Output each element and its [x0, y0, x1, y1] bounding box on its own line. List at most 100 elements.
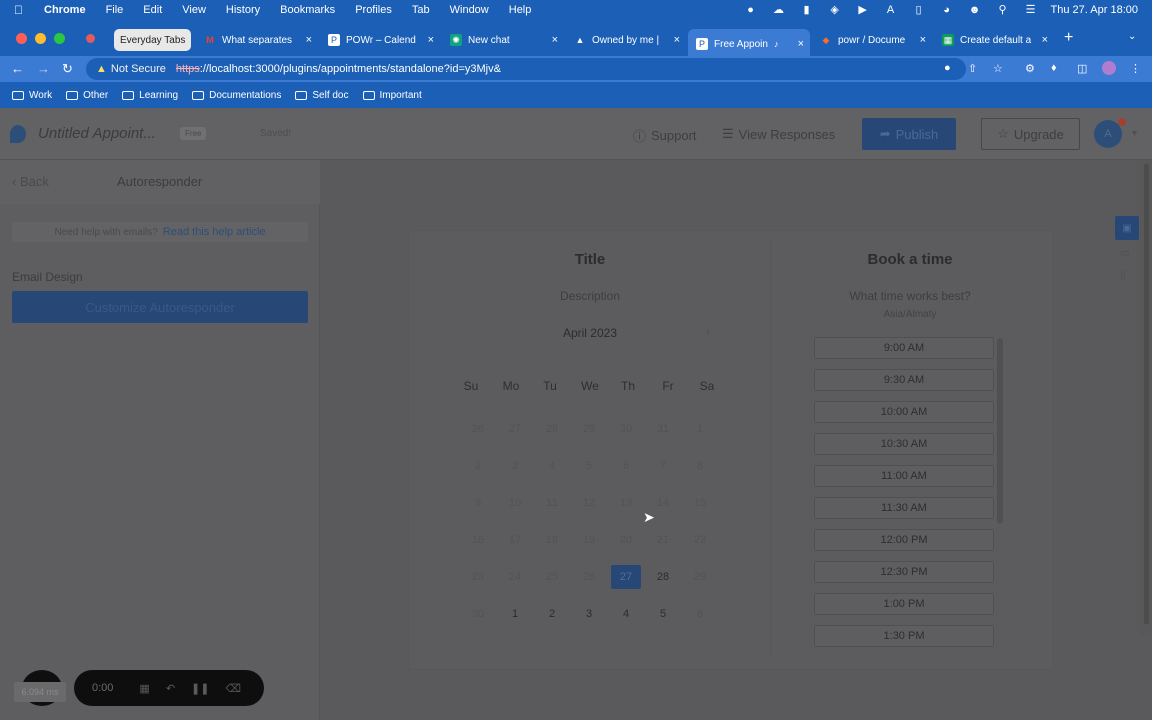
security-status[interactable]: Not Secure — [111, 63, 166, 75]
menu-window[interactable]: Window — [450, 4, 489, 16]
more-menu-icon[interactable]: ⋮ — [1130, 62, 1141, 75]
mic-icon[interactable]: ● — [743, 4, 759, 16]
url-text[interactable]: https://localhost:3000/plugins/appointme… — [176, 63, 501, 75]
warning-icon[interactable]: ▲ — [96, 63, 107, 75]
time-slot-button[interactable]: 12:00 PM — [814, 529, 994, 551]
apple-icon[interactable]:  — [14, 3, 36, 17]
menu-file[interactable]: File — [106, 4, 124, 16]
close-tab-icon[interactable]: × — [428, 34, 434, 46]
bookmark-learning[interactable]: Learning — [122, 90, 178, 101]
back-button[interactable]: ‹ Back — [12, 174, 49, 189]
new-tab-icon[interactable]: + — [1064, 29, 1073, 47]
close-tab-icon[interactable]: × — [1042, 34, 1048, 46]
time-slot-button[interactable]: 11:00 AM — [814, 465, 994, 487]
shield-icon[interactable]: ▮ — [799, 3, 815, 16]
calendar-day-selected[interactable]: 27 — [611, 565, 641, 589]
time-slot-button[interactable]: 10:30 AM — [814, 433, 994, 455]
microphone-icon[interactable]: ● — [944, 62, 951, 74]
menu-edit[interactable]: Edit — [143, 4, 162, 16]
calendar-day[interactable]: 1 — [500, 602, 530, 626]
extension-status-icon[interactable]: ◈ — [827, 3, 843, 16]
time-slot-button[interactable]: 10:00 AM — [814, 401, 994, 423]
profile-avatar-icon[interactable] — [1102, 61, 1116, 75]
menu-tab[interactable]: Tab — [412, 4, 430, 16]
bookmark-star-icon[interactable]: ☆ — [993, 62, 1003, 75]
address-bar[interactable]: ▲ Not Secure https://localhost:3000/plug… — [86, 58, 966, 80]
menu-help[interactable]: Help — [509, 4, 532, 16]
extensions-puzzle-icon[interactable]: ♦ — [1051, 62, 1057, 74]
minimize-window-icon[interactable] — [35, 33, 46, 44]
menu-profiles[interactable]: Profiles — [355, 4, 392, 16]
play-icon[interactable]: ▶ — [855, 3, 871, 16]
extension-gear-icon[interactable]: ⚙ — [1025, 62, 1035, 75]
close-tab-icon[interactable]: × — [920, 34, 926, 46]
tab-create-default[interactable]: ▦ Create default a × — [934, 29, 1054, 51]
time-slot-scrollbar[interactable] — [997, 338, 1003, 524]
mobile-view-icon[interactable]: ▯ — [1120, 270, 1134, 282]
app-title[interactable]: Untitled Appoint... — [38, 125, 156, 142]
close-tab-icon[interactable]: × — [674, 34, 680, 46]
side-panel-icon[interactable]: ◫ — [1077, 62, 1087, 75]
battery-icon[interactable]: ▯ — [911, 3, 927, 16]
publish-button[interactable]: ➦ Publish — [862, 118, 956, 150]
tab-group-everyday[interactable]: Everyday Tabs — [114, 29, 192, 51]
close-window-icon[interactable] — [16, 33, 27, 44]
menu-view[interactable]: View — [182, 4, 206, 16]
support-link[interactable]: ⓘ Support — [633, 126, 697, 145]
close-tab-icon[interactable]: × — [552, 34, 558, 46]
tab-search-chevron-icon[interactable]: ⌄ — [1128, 31, 1136, 42]
view-responses-link[interactable]: ☰ View Responses — [722, 126, 835, 142]
time-slot-button[interactable]: 9:00 AM — [814, 337, 994, 359]
close-tab-icon[interactable]: × — [798, 38, 804, 50]
close-tab-icon[interactable]: × — [306, 34, 312, 46]
menubar-clock[interactable]: Thu 27. Apr 18:00 — [1051, 4, 1138, 16]
chevron-down-icon[interactable]: ▼ — [1130, 128, 1139, 138]
trash-icon[interactable]: ⌫ — [225, 682, 241, 695]
control-center-icon[interactable]: ☰ — [1023, 3, 1039, 16]
calendar-day[interactable]: 2 — [537, 602, 567, 626]
calendar-day[interactable]: 4 — [611, 602, 641, 626]
bookmark-other[interactable]: Other — [66, 90, 108, 101]
calendar-day[interactable]: 3 — [574, 602, 604, 626]
back-arrow-icon[interactable]: ← — [11, 61, 24, 76]
bookmark-important[interactable]: Important — [362, 90, 422, 101]
cloud-icon[interactable]: ☁ — [771, 3, 787, 16]
keyboard-input-icon[interactable]: A — [883, 4, 899, 16]
tablet-view-icon[interactable]: ▭ — [1120, 248, 1134, 260]
bookmark-work[interactable]: Work — [12, 90, 52, 101]
share-icon[interactable]: ⇧ — [968, 62, 977, 75]
tab-powr-calendar[interactable]: P POWr – Calend × — [320, 29, 440, 51]
time-slot-button[interactable]: 9:30 AM — [814, 369, 994, 391]
tab-new-chat[interactable]: ✺ New chat × — [442, 29, 564, 51]
calendar-day[interactable]: 28 — [648, 565, 678, 589]
customize-autoresponder-button[interactable]: Customize Autoresponder — [12, 291, 308, 323]
menu-bookmarks[interactable]: Bookmarks — [280, 4, 335, 16]
bookmark-self-doc[interactable]: Self doc — [295, 90, 349, 101]
help-article-link[interactable]: Read this help article — [163, 226, 266, 238]
menu-history[interactable]: History — [226, 4, 260, 16]
tab-powr-docs[interactable]: ◆ powr / Docume × — [812, 29, 932, 51]
time-slot-button[interactable]: 12:30 PM — [814, 561, 994, 583]
tab-owned-by-me[interactable]: ▲ Owned by me | × — [566, 29, 686, 51]
next-month-chevron-icon[interactable]: › — [706, 324, 710, 338]
desktop-view-icon[interactable]: ▣ — [1115, 216, 1139, 240]
page-scrollbar-thumb[interactable] — [1144, 164, 1149, 624]
wifi-icon[interactable]: ◕ — [939, 4, 955, 16]
powr-logo-icon[interactable] — [10, 125, 26, 143]
tab-what-separates[interactable]: M What separates × — [196, 29, 318, 51]
time-slot-button[interactable]: 1:00 PM — [814, 593, 994, 615]
forward-arrow-icon[interactable]: → — [37, 61, 50, 76]
user-icon[interactable]: ☻ — [967, 4, 983, 16]
zoom-window-icon[interactable] — [54, 33, 65, 44]
speaker-icon[interactable]: ♪ — [774, 39, 779, 49]
pause-icon[interactable]: ❚❚ — [191, 682, 209, 695]
calendar-day[interactable]: 5 — [648, 602, 678, 626]
reload-icon[interactable]: ↻ — [62, 61, 73, 77]
bookmark-documentations[interactable]: Documentations — [192, 90, 281, 101]
undo-icon[interactable]: ↶ — [166, 682, 175, 695]
grid-icon[interactable]: ▦ — [139, 682, 149, 695]
search-icon[interactable]: ⚲ — [995, 3, 1011, 16]
menu-app-name[interactable]: Chrome — [44, 4, 86, 16]
tab-free-appointment[interactable]: P Free Appoin ♪ × — [688, 29, 810, 59]
time-slot-button[interactable]: 1:30 PM — [814, 625, 994, 647]
